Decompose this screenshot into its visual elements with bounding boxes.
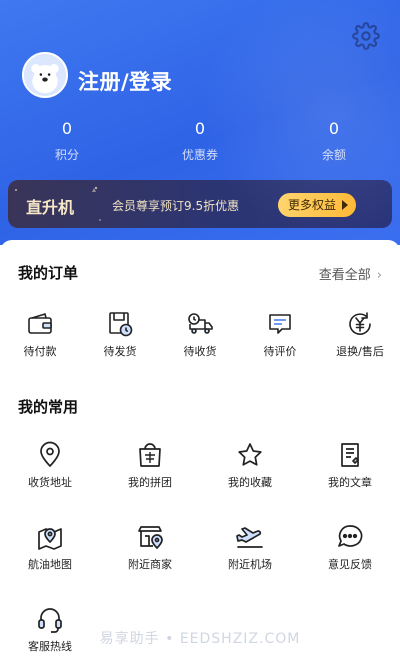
chevron-right-icon: › <box>376 268 382 283</box>
view-all-label: 查看全部 <box>318 268 371 283</box>
settings-gear-icon[interactable] <box>352 22 380 50</box>
group-buy-bag-icon <box>135 440 165 470</box>
yen-refund-icon <box>345 309 375 339</box>
wallet-icon <box>25 309 55 339</box>
balance-stat[interactable]: 0 余额 <box>294 118 374 164</box>
order-pending-payment-label: 待付款 <box>23 345 57 358</box>
order-pending-receipt-label: 待收货 <box>183 345 217 358</box>
common-nearby-shops[interactable]: 附近商家 <box>110 522 190 572</box>
common-favorites-label: 我的收藏 <box>228 476 272 489</box>
article-icon <box>335 440 365 470</box>
common-fuel-map-label: 航油地图 <box>28 558 72 571</box>
location-pin-icon <box>35 440 65 470</box>
view-all-orders-link[interactable]: 查看全部 › <box>319 264 382 283</box>
coupons-value: 0 <box>194 119 206 138</box>
comment-icon <box>265 309 295 339</box>
more-benefits-button[interactable]: 更多权益 <box>277 193 356 217</box>
order-pending-shipment[interactable]: 待发货 <box>80 309 160 359</box>
common-fuel-map[interactable]: 航油地图 <box>10 522 90 572</box>
points-value: 0 <box>61 119 73 138</box>
common-shipping-address-label: 收货地址 <box>28 476 72 489</box>
common-section-title: 我的常用 <box>18 398 79 416</box>
avatar[interactable] <box>22 52 68 98</box>
map-pin-icon <box>35 522 65 552</box>
coupons-label: 优惠券 <box>181 148 218 162</box>
common-nearby-airports[interactable]: 附近机场 <box>210 522 290 572</box>
polar-bear-avatar-icon <box>24 54 66 96</box>
points-stat[interactable]: 0 积分 <box>27 118 107 164</box>
common-nearby-shops-label: 附近商家 <box>128 558 172 571</box>
more-benefits-label: 更多权益 <box>287 198 336 212</box>
common-feedback[interactable]: 意见反馈 <box>310 522 390 572</box>
account-stats: 0 积分 0 优惠券 0 余额 <box>0 118 400 172</box>
nearby-shop-icon <box>135 522 165 552</box>
order-pending-review-label: 待评价 <box>263 345 297 358</box>
common-favorites[interactable]: 我的收藏 <box>210 440 290 490</box>
order-refund-aftersales[interactable]: 退换/售后 <box>320 309 400 359</box>
orders-section-title: 我的订单 <box>18 264 79 282</box>
balance-label: 余额 <box>321 148 346 162</box>
order-pending-review[interactable]: 待评价 <box>240 309 320 359</box>
coupons-stat[interactable]: 0 优惠券 <box>160 118 240 164</box>
star-icon <box>235 440 265 470</box>
common-group-buy[interactable]: 我的拼团 <box>110 440 190 490</box>
common-articles-label: 我的文章 <box>328 476 372 489</box>
banner-title: 直升机 <box>26 198 75 217</box>
banner-subtitle: 会员尊享预订9.5折优惠 <box>112 199 240 213</box>
order-refund-aftersales-label: 退换/售后 <box>336 345 384 358</box>
common-group-buy-label: 我的拼团 <box>128 476 172 489</box>
points-label: 积分 <box>54 148 79 162</box>
common-articles[interactable]: 我的文章 <box>310 440 390 490</box>
delivery-truck-icon <box>185 309 215 339</box>
membership-banner[interactable]: 直升机 会员尊享预订9.5折优惠 更多权益 <box>8 180 392 228</box>
feedback-chat-icon <box>335 522 365 552</box>
balance-value: 0 <box>328 119 340 138</box>
airplane-takeoff-icon <box>235 522 265 552</box>
common-feedback-label: 意见反馈 <box>328 558 372 571</box>
package-clock-icon <box>105 309 135 339</box>
watermark: 易享助手 • EEDSHZIZ.COM <box>99 631 301 647</box>
common-nearby-airports-label: 附近机场 <box>228 558 272 571</box>
order-pending-receipt[interactable]: 待收货 <box>160 309 240 359</box>
profile-header: 注册/登录 0 积分 0 优惠券 0 余额 直升机 会员尊享预订9.5折优惠 更… <box>0 0 400 245</box>
common-shipping-address[interactable]: 收货地址 <box>10 440 90 490</box>
order-pending-payment[interactable]: 待付款 <box>0 309 80 359</box>
play-arrow-icon <box>342 200 348 210</box>
order-pending-shipment-label: 待发货 <box>103 345 137 358</box>
login-register-link[interactable]: 注册/登录 <box>78 66 172 96</box>
